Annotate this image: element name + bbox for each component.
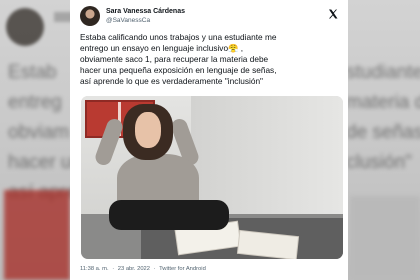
photo-person-legs (109, 200, 229, 230)
footer-separator: · (112, 266, 115, 272)
tweet-photo[interactable] (81, 96, 343, 259)
background-line: de señas, (346, 122, 420, 143)
background-line: studiante me (346, 62, 420, 83)
tweet-date[interactable]: 23 abr. 2022 (118, 266, 150, 272)
tweet-header: Sara Vanessa Cárdenas @SaVanessCa (80, 5, 185, 27)
background-avatar (6, 8, 44, 46)
avatar[interactable] (80, 6, 100, 26)
tweet-source[interactable]: Twitter for Android (159, 266, 206, 272)
background-photo-left (4, 190, 70, 280)
footer-separator: · (153, 266, 156, 272)
background-line: materia debe (346, 92, 420, 113)
background-line: entreg (8, 92, 62, 113)
background-line: Estab (8, 62, 57, 83)
tweet-time[interactable]: 11:38 a. m. (80, 266, 109, 272)
background-line: obviam (8, 122, 70, 143)
background-line: hacer un (8, 152, 78, 173)
background-photo-right (350, 196, 420, 280)
tweet-footer: 11:38 a. m. · 23 abr. 2022 · Twitter for… (80, 266, 208, 272)
tweet-card[interactable]: Sara Vanessa Cárdenas @SaVanessCa Estaba… (70, 0, 348, 280)
author-name[interactable]: Sara Vanessa Cárdenas (106, 7, 185, 16)
background-text-right: studiante me materia debe de señas, clus… (346, 58, 420, 178)
photo-person-face (135, 112, 161, 148)
x-logo-icon[interactable] (327, 8, 339, 20)
tweet-text: Estaba calificando unos trabajos y una e… (80, 32, 277, 86)
background-line: clusión" (346, 152, 412, 173)
author-handle[interactable]: @SaVanessCa (106, 16, 185, 25)
author-info: Sara Vanessa Cárdenas @SaVanessCa (106, 7, 185, 25)
